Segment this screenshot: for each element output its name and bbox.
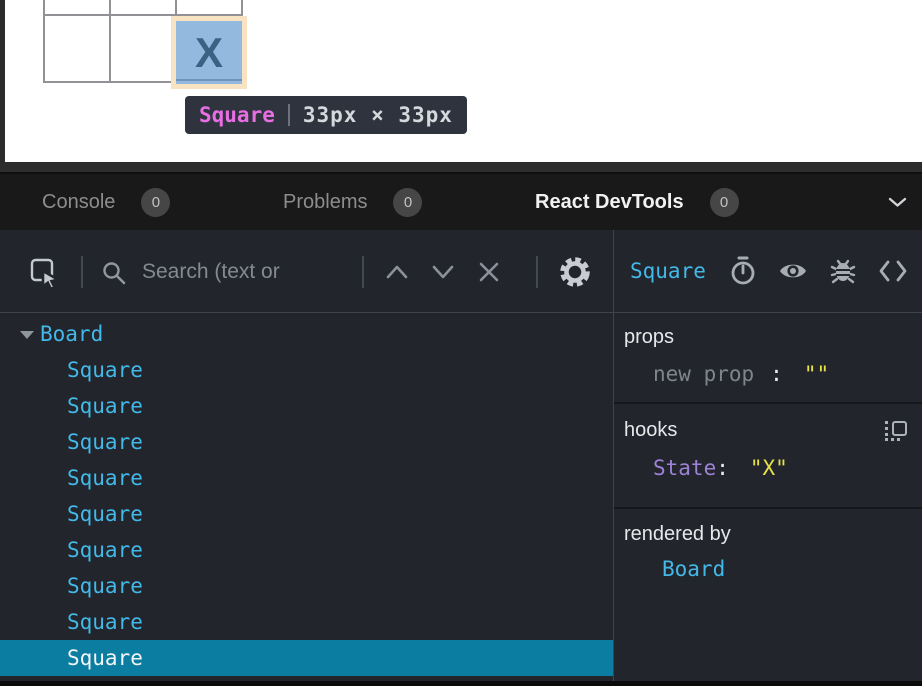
- inspect-dom-eye-icon[interactable]: [778, 260, 808, 282]
- hooks-heading: hooks: [624, 419, 677, 442]
- tree-item-square[interactable]: Square: [0, 352, 613, 388]
- tree-item-square[interactable]: Square: [0, 388, 613, 424]
- components-tree-panel: Board Square Square Square Square Square…: [0, 230, 613, 686]
- rendered-by-heading: rendered by: [624, 523, 912, 546]
- search-input[interactable]: [142, 252, 354, 292]
- rendered-by-section: rendered by Board: [614, 509, 922, 686]
- prop-value-input[interactable]: "": [804, 362, 829, 386]
- toolbar-divider: [536, 256, 538, 288]
- component-tree: Board Square Square Square Square Square…: [0, 313, 613, 676]
- tab-problems[interactable]: Problems 0: [283, 174, 422, 230]
- previous-result-icon[interactable]: [384, 263, 410, 281]
- react-devtools-count-badge: 0: [710, 188, 739, 217]
- suspend-timer-icon[interactable]: [729, 255, 757, 287]
- toolbar-divider: [81, 256, 83, 288]
- react-devtools-panel: Board Square Square Square Square Square…: [0, 230, 922, 686]
- debug-bug-icon[interactable]: [829, 257, 857, 285]
- rendered-by-board-link[interactable]: Board: [624, 557, 912, 581]
- console-count-badge: 0: [141, 188, 170, 217]
- window-edge: [0, 0, 5, 162]
- tree-item-square[interactable]: Square: [0, 424, 613, 460]
- devtools-tabbar: Console 0 Problems 0 React DevTools 0: [0, 174, 922, 230]
- inspect-highlight-overlay: X: [171, 16, 247, 89]
- inspect-tooltip: Square 33px × 33px: [185, 96, 467, 134]
- devtools-resize-handle[interactable]: [0, 162, 922, 174]
- parse-hook-names-icon[interactable]: [885, 421, 907, 441]
- clear-search-icon[interactable]: [474, 257, 504, 287]
- tooltip-component-name: Square: [199, 103, 275, 127]
- selected-component-title: Square: [630, 259, 706, 283]
- tab-react-devtools[interactable]: React DevTools 0: [535, 174, 739, 230]
- tree-toolbar: [0, 230, 613, 313]
- state-value[interactable]: "X": [750, 456, 788, 480]
- chevron-down-icon[interactable]: [888, 197, 907, 208]
- tooltip-dimensions: 33px × 33px: [303, 103, 453, 127]
- next-result-icon[interactable]: [430, 263, 456, 281]
- view-source-code-icon[interactable]: [878, 259, 908, 283]
- component-details-panel: Square: [614, 230, 922, 686]
- details-header: Square: [614, 230, 922, 313]
- toolbar-divider: [362, 256, 364, 288]
- tooltip-divider: [288, 104, 290, 126]
- react-devtools-window: X Square 33px × 33px Console 0 Problems …: [0, 0, 922, 686]
- state-hook-label: State: [653, 456, 716, 480]
- tree-item-board[interactable]: Board: [0, 316, 613, 352]
- hooks-section: hooks State : "X": [614, 404, 922, 507]
- tree-item-square[interactable]: Square: [0, 460, 613, 496]
- settings-gear-icon[interactable]: [557, 254, 593, 290]
- inspected-page: X Square 33px × 33px: [0, 0, 922, 162]
- tree-item-square[interactable]: Square: [0, 568, 613, 604]
- tree-item-square[interactable]: Square: [0, 532, 613, 568]
- tree-item-square-selected[interactable]: Square: [0, 640, 613, 676]
- props-heading: props: [624, 326, 912, 349]
- search-icon: [101, 260, 127, 286]
- tree-item-square[interactable]: Square: [0, 496, 613, 532]
- window-bottom-edge: [0, 681, 922, 686]
- tab-console[interactable]: Console 0: [42, 174, 170, 230]
- new-prop-input[interactable]: new prop: [653, 362, 754, 386]
- tree-item-square[interactable]: Square: [0, 604, 613, 640]
- props-section: props new prop : "": [614, 313, 922, 402]
- inspect-element-icon[interactable]: [29, 257, 61, 289]
- expander-triangle-icon[interactable]: [20, 331, 34, 339]
- problems-count-badge: 0: [393, 188, 422, 217]
- square-cell-button[interactable]: X: [176, 21, 242, 84]
